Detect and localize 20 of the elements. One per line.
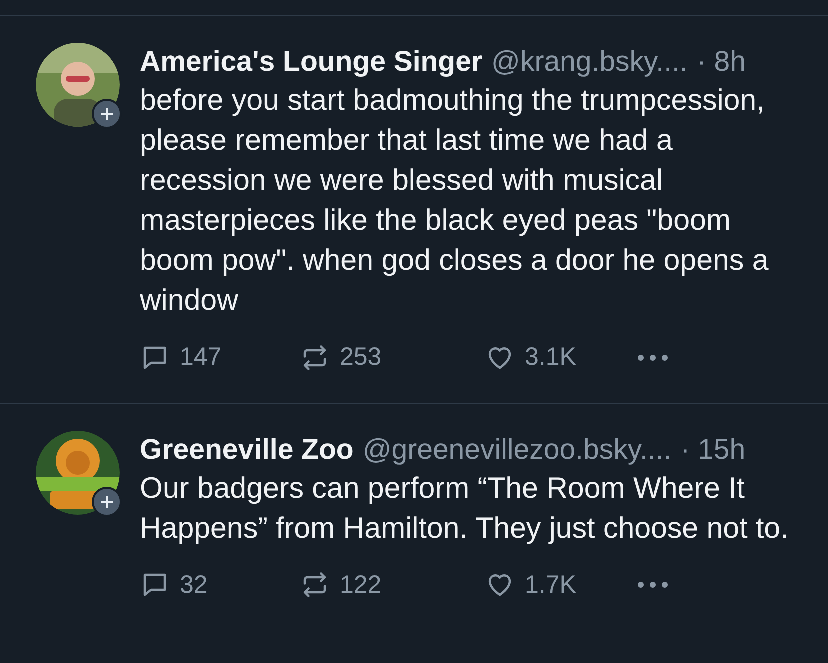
post-time: · 15h <box>680 432 746 468</box>
repost-button[interactable]: 122 <box>300 566 485 604</box>
reply-button[interactable]: 32 <box>140 566 300 604</box>
more-icon <box>635 352 671 363</box>
more-button[interactable] <box>635 580 671 590</box>
post-time: · 8h <box>696 45 746 80</box>
post-text: Our badgers can perform “The Room Where It Happens” from Hamilton. They just choose not to. <box>140 470 790 546</box>
repost-button[interactable]: 253 <box>300 339 485 376</box>
more-button[interactable] <box>635 352 671 363</box>
author-name[interactable]: Greeneville Zoo <box>140 430 354 468</box>
reply-button[interactable]: 147 <box>140 339 300 376</box>
author-handle[interactable]: @krang.bsky.... <box>492 43 688 81</box>
author-name[interactable]: America's Lounge Singer <box>140 43 483 81</box>
plus-icon <box>100 494 114 508</box>
author-handle[interactable]: @greenevillezoo.bsky.... <box>362 430 672 468</box>
plus-icon <box>100 107 114 121</box>
more-icon <box>635 580 671 590</box>
post-text: before you start badmouthing the trumpcession, please remember that last time we had a recession we were blessed with musical masterpieces like the black eyed peas "boom boom pow". when god closes a door he opens a window <box>140 83 770 319</box>
like-button[interactable]: 1.7K <box>485 566 635 604</box>
like-button[interactable]: 3.1K <box>485 339 635 376</box>
